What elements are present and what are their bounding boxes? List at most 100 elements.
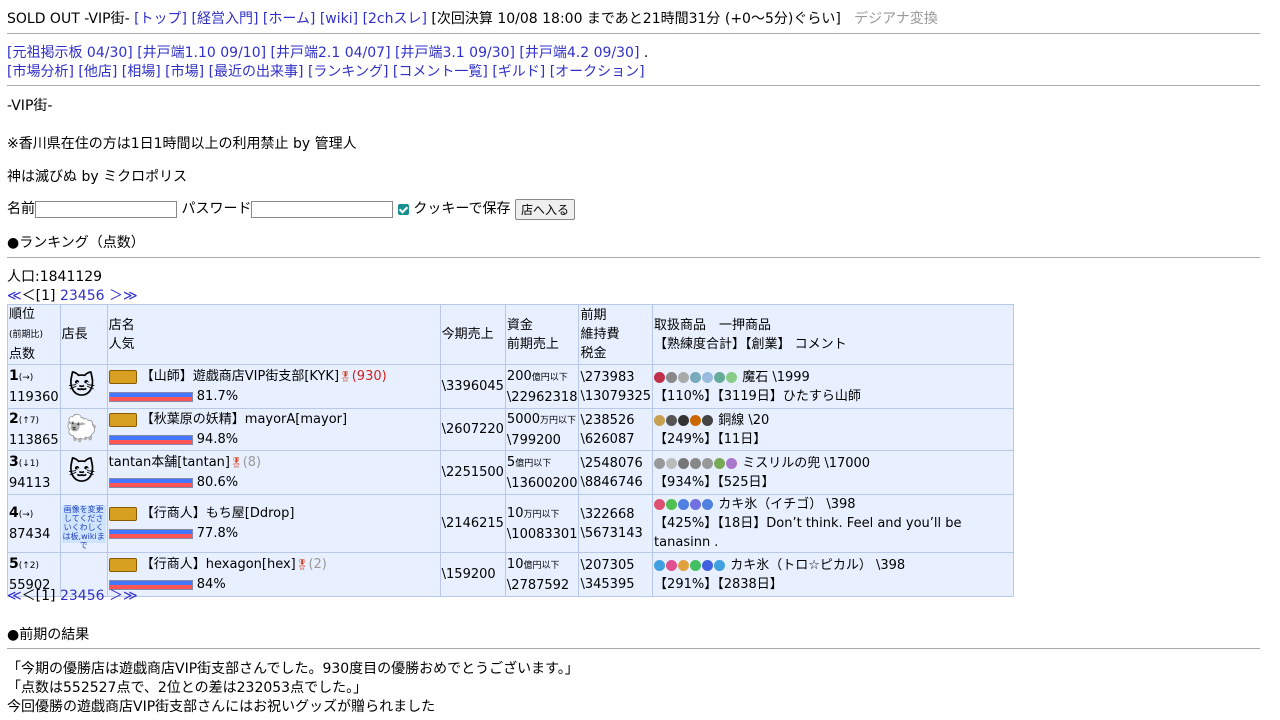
pager-page-3[interactable]: 3 bbox=[69, 288, 78, 304]
shop-name-link[interactable]: 【山師】遊戯商店VIP街支部[KYK] bbox=[141, 369, 339, 384]
popularity: 84% bbox=[196, 577, 226, 592]
login-form: 名前 パスワード クッキーで保存 店へ入る bbox=[7, 198, 575, 220]
link-top[interactable]: [トップ] bbox=[134, 11, 187, 27]
menu-auction[interactable]: [オークション] bbox=[550, 64, 645, 80]
menu-market[interactable]: [市場] bbox=[165, 64, 204, 80]
board-end: . bbox=[643, 45, 649, 61]
pager-next[interactable]: ＞ bbox=[109, 588, 123, 604]
upkeep: \207305 bbox=[580, 557, 635, 573]
founded-days: 【2838日】 bbox=[717, 576, 783, 592]
board-link-4[interactable]: [井戸端4.2 09/30] bbox=[519, 45, 639, 61]
featured-item: カキ氷（トロ☆ピカル） \398 bbox=[730, 557, 906, 573]
table-row: 2(↑7) 113865 🐑 【秋葉原の妖精】mayorA[mayor] 94.8%… bbox=[7, 408, 1015, 451]
enter-shop-button[interactable]: 店へ入る bbox=[514, 198, 575, 220]
board-link-1[interactable]: [井戸端1.10 09/10] bbox=[137, 45, 266, 61]
menu-price[interactable]: [相場] bbox=[122, 64, 161, 80]
pager-page-4[interactable]: 4 bbox=[78, 588, 87, 604]
goods-icon bbox=[654, 457, 666, 469]
menu-events[interactable]: [最近の出来事] bbox=[209, 64, 304, 80]
funds: 10 bbox=[506, 505, 524, 521]
pager-top: ≪＜[1] 23456 ＞≫ bbox=[7, 285, 138, 305]
funds-unit: 万円以下 bbox=[540, 415, 577, 426]
tax: \626087 bbox=[580, 431, 635, 447]
pager-last[interactable]: ≫ bbox=[123, 588, 138, 604]
cookie-checkbox[interactable] bbox=[397, 203, 409, 215]
skill-total: 【934%】 bbox=[654, 474, 718, 490]
win-count: (930) bbox=[351, 369, 387, 384]
h-owner: 店長 bbox=[59, 304, 108, 365]
funds: 5 bbox=[506, 454, 516, 470]
goods-icon bbox=[702, 499, 714, 510]
table-row: 1(→) 119360 🐱 【山師】遊戯商店VIP街支部[KYK]🎖(930) 81… bbox=[7, 364, 1015, 409]
upkeep: \273983 bbox=[580, 369, 635, 385]
owner-avatar: 🐑 bbox=[65, 414, 98, 444]
rank-change: (→) bbox=[18, 372, 34, 383]
rank-badge-icon bbox=[108, 506, 137, 521]
upkeep: \322668 bbox=[580, 506, 635, 522]
goods-icon bbox=[666, 559, 678, 571]
cookie-label: クッキーで保存 bbox=[413, 201, 511, 217]
goods-icon bbox=[666, 371, 678, 383]
goods-icon bbox=[690, 559, 702, 571]
board-link-3[interactable]: [井戸端3.1 09/30] bbox=[395, 45, 515, 61]
popularity-bar bbox=[108, 391, 193, 402]
font-toggle[interactable]: デジアナ変換 bbox=[854, 11, 938, 27]
h-points: 点数 bbox=[9, 347, 36, 362]
goods-icon bbox=[654, 371, 666, 383]
name-input[interactable] bbox=[35, 200, 177, 218]
goods-icon bbox=[714, 457, 726, 469]
rank-number: 1 bbox=[9, 367, 19, 384]
board-links: [元祖掲示板 04/30] [井戸端1.10 09/10] [井戸端2.1 04… bbox=[7, 42, 648, 62]
board-link-2[interactable]: [井戸端2.1 04/07] bbox=[271, 45, 391, 61]
featured-item: 魔石 \1999 bbox=[742, 369, 810, 385]
menu-comments[interactable]: [コメント一覧] bbox=[393, 64, 488, 80]
pager-current: [1] bbox=[35, 588, 56, 604]
rank-number: 3 bbox=[9, 453, 19, 470]
prev-sales: \799200 bbox=[506, 432, 561, 448]
board-link-0[interactable]: [元祖掲示板 04/30] bbox=[7, 45, 133, 61]
pager-page-6[interactable]: 6 bbox=[96, 288, 105, 304]
prev-sales: \10083301 bbox=[506, 526, 578, 542]
funds-unit: 万円以下 bbox=[523, 509, 560, 520]
pager-next[interactable]: ＞ bbox=[109, 288, 123, 304]
menu-ranking[interactable]: [ランキング] bbox=[308, 64, 389, 80]
shop-name-link[interactable]: 【秋葉原の妖精】mayorA[mayor] bbox=[141, 412, 347, 427]
password-input[interactable] bbox=[251, 200, 394, 218]
pager-page-3[interactable]: 3 bbox=[69, 588, 78, 604]
goods-icon bbox=[702, 559, 714, 571]
goods-icon bbox=[690, 371, 702, 383]
shop-name-link[interactable]: 【行商人】もち屋[Ddrop] bbox=[141, 506, 295, 521]
link-wiki[interactable]: [wiki] bbox=[320, 11, 358, 27]
link-2ch[interactable]: [2chスレ] bbox=[363, 11, 427, 27]
goods-icon bbox=[654, 499, 666, 510]
result-line: 「点数は552527点で、2位との差は232053点でした。」 bbox=[7, 680, 368, 696]
pager-page-6[interactable]: 6 bbox=[96, 588, 105, 604]
goods-icon bbox=[666, 499, 678, 510]
menu-analysis[interactable]: [市場分析] bbox=[7, 64, 74, 80]
pager-last[interactable]: ≫ bbox=[123, 288, 138, 304]
pager-page-2[interactable]: 2 bbox=[60, 288, 69, 304]
pager-page-2[interactable]: 2 bbox=[60, 588, 69, 604]
pager-current: [1] bbox=[35, 288, 56, 304]
owner-avatar: 🐱 bbox=[68, 371, 96, 401]
h-funds: 資金 bbox=[506, 317, 533, 333]
link-home[interactable]: [ホーム] bbox=[263, 11, 316, 27]
pager-page-5[interactable]: 5 bbox=[87, 588, 96, 604]
shop-name-link[interactable]: tantan本舗[tantan] bbox=[109, 455, 230, 470]
rank-change: (→) bbox=[18, 509, 34, 520]
pager-first[interactable]: ≪ bbox=[7, 588, 22, 604]
menu-other-shops[interactable]: [他店] bbox=[78, 64, 117, 80]
sales: \2146215 bbox=[439, 494, 506, 553]
link-guide[interactable]: [経営入門] bbox=[191, 11, 258, 27]
menu-guild[interactable]: [ギルド] bbox=[492, 64, 545, 80]
notice-admin: ※香川県在住の方は1日1時間以上の利用禁止 by 管理人 bbox=[7, 136, 357, 152]
table-header: 順位 (前期比) 点数 店長 店名 人気 今期売上 資金 前期売上 前期 維持費 税金 取扱… bbox=[7, 304, 1015, 365]
popularity: 80.6% bbox=[196, 475, 239, 490]
goods-icon bbox=[678, 457, 690, 469]
pager-page-5[interactable]: 5 bbox=[87, 288, 96, 304]
pager-page-4[interactable]: 4 bbox=[78, 288, 87, 304]
pager-first[interactable]: ≪ bbox=[7, 288, 22, 304]
goods-icon bbox=[726, 371, 738, 383]
shop-comment: ひたすら山師 bbox=[782, 388, 861, 404]
shop-name-link[interactable]: 【行商人】hexagon[hex] bbox=[141, 557, 296, 572]
